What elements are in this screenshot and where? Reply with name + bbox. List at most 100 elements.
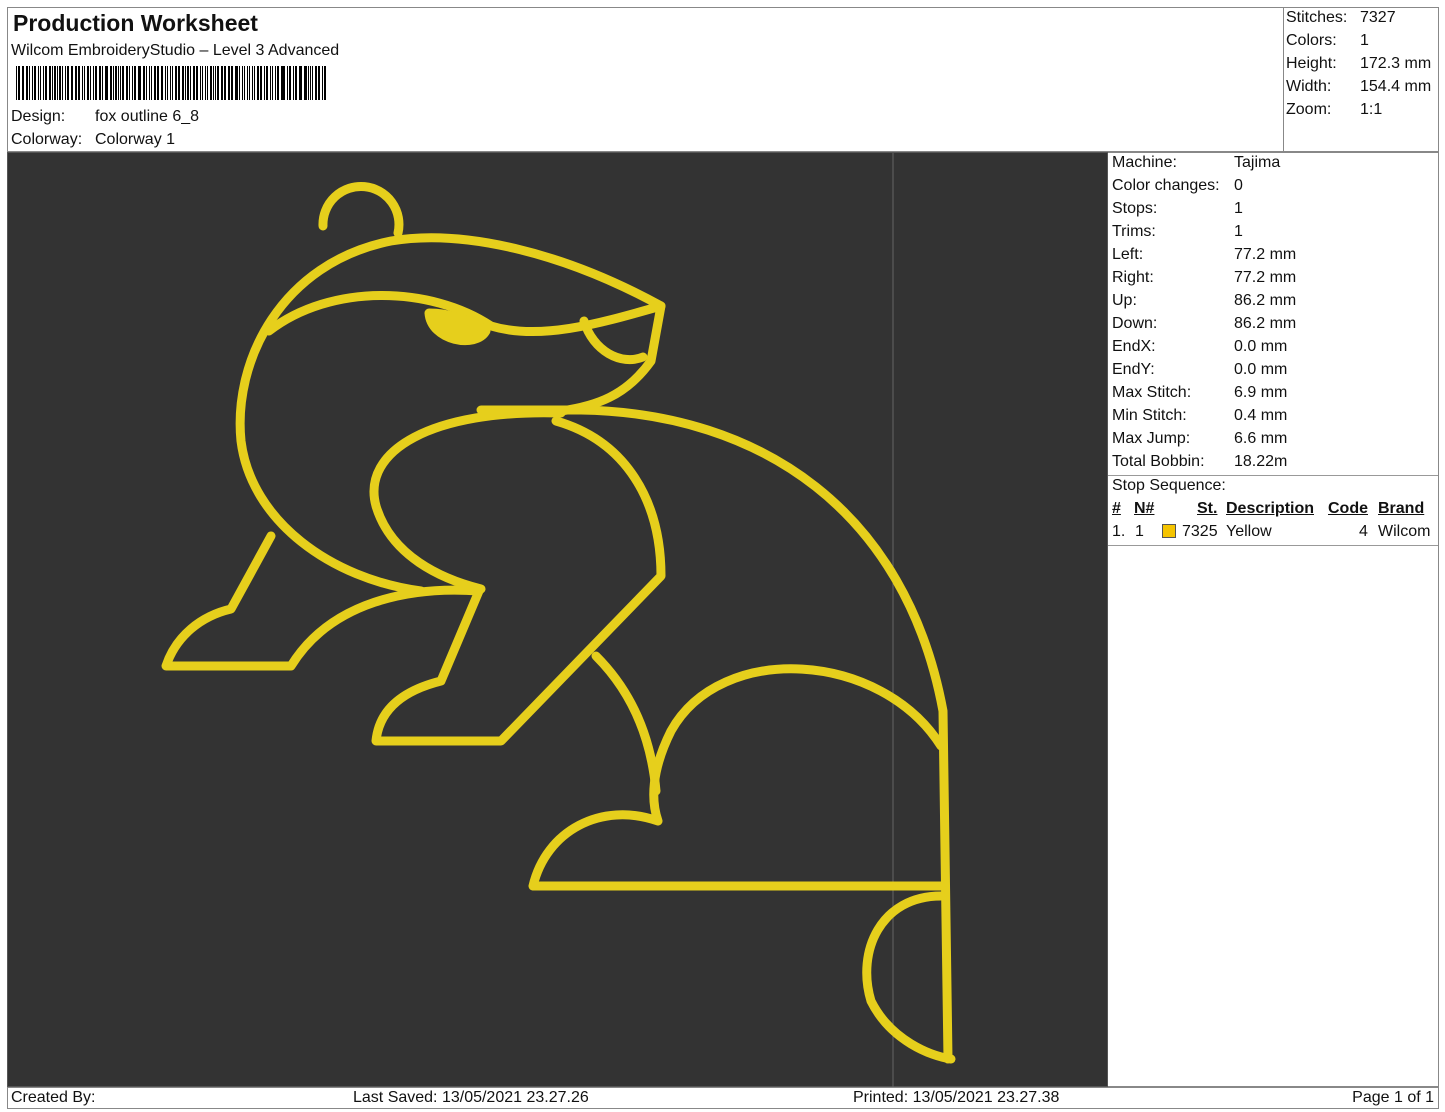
stop-index: 1. — [1112, 523, 1126, 540]
barcode-bar — [67, 66, 69, 100]
stat-value: 172.3 mm — [1360, 55, 1432, 72]
info-label: EndY: — [1112, 361, 1155, 378]
barcode-bar — [175, 66, 178, 100]
stat-label: Width: — [1286, 78, 1332, 95]
stat-value: 154.4 mm — [1360, 78, 1432, 95]
info-value: 77.2 mm — [1234, 246, 1297, 263]
barcode-bar — [137, 66, 139, 100]
info-value: Tajima — [1234, 154, 1281, 171]
barcode-bar — [72, 66, 74, 100]
info-value: 18.22m — [1234, 453, 1288, 470]
barcode-bar — [87, 66, 90, 100]
info-label: Max Jump: — [1112, 430, 1191, 447]
stat-value: 1 — [1360, 32, 1369, 49]
barcode-bar — [238, 66, 240, 100]
stop-stitches: 7325 — [1182, 523, 1218, 540]
barcode-bar — [101, 66, 103, 100]
barcode-bar — [65, 66, 67, 100]
col-header-description: Description — [1226, 500, 1315, 517]
info-value: 86.2 mm — [1234, 292, 1297, 309]
barcode-bar — [16, 66, 18, 100]
barcode-bar — [304, 66, 307, 100]
barcode-bar — [28, 66, 30, 100]
machine-info-panel: Machine: Tajima Color changes: 0 Stops: 1 Trim… — [1108, 152, 1439, 1087]
barcode-bar — [45, 66, 48, 100]
info-label: EndX: — [1112, 338, 1156, 355]
machine-info-row: Total Bobbin: 18.22m — [1112, 453, 1287, 471]
barcode-bar — [187, 66, 189, 100]
haunch — [528, 664, 946, 891]
machine-info-row: Max Jump: 6.6 mm — [1112, 430, 1287, 448]
barcode-bar — [199, 66, 201, 100]
barcode-bar — [115, 66, 117, 100]
barcode-bar — [51, 66, 53, 100]
info-label: Machine: — [1112, 154, 1177, 171]
col-header-brand: Brand — [1378, 500, 1425, 517]
fox-embroidery-design — [161, 153, 956, 1088]
barcode-bar — [300, 66, 303, 100]
colorway-label: Colorway: — [11, 131, 83, 148]
barcode-bar — [170, 66, 171, 100]
stat-label: Height: — [1286, 55, 1337, 72]
stat-label: Stitches: — [1286, 9, 1348, 26]
barcode-bar — [248, 66, 250, 100]
info-label: Max Stitch: — [1112, 384, 1192, 401]
barcode-bar — [224, 66, 227, 100]
design-stats: Stitches: 7327 Colors: 1 Height: 172.3 mm Widt… — [1283, 7, 1439, 152]
barcode-bar — [59, 66, 62, 100]
barcode-bar — [62, 66, 63, 100]
barcode-bar — [286, 66, 288, 100]
barcode-bar — [235, 66, 238, 100]
info-value: 1 — [1234, 200, 1243, 217]
machine-info-row: Up: 86.2 mm — [1112, 292, 1296, 310]
barcode-bar — [82, 66, 83, 100]
barcode-bar — [244, 66, 245, 100]
machine-info-row: Left: 77.2 mm — [1112, 246, 1296, 264]
barcode-bar — [314, 66, 317, 100]
footer: Created By: Last Saved: 13/05/2021 23.27… — [7, 1087, 1439, 1109]
barcode-bar — [40, 66, 42, 100]
barcode-bar — [228, 66, 231, 100]
col-header-stitches: St. — [1197, 500, 1218, 517]
page-number: Page 1 of 1 — [1352, 1089, 1434, 1106]
info-label: Trims: — [1112, 223, 1156, 240]
colorway-name: Colorway 1 — [95, 131, 176, 148]
barcode-bar — [317, 66, 320, 100]
barcode-bar — [90, 66, 92, 100]
barcode-bar — [83, 66, 86, 100]
info-label: Stops: — [1112, 200, 1158, 217]
color-swatch — [1162, 524, 1176, 538]
barcode-bar — [181, 66, 184, 100]
machine-info-row: Machine: Tajima — [1112, 154, 1280, 172]
barcode-bar — [145, 66, 147, 100]
barcode-bar — [23, 66, 25, 100]
printed-date: Printed: 13/05/2021 23.27.38 — [853, 1089, 1060, 1106]
barcode-bar — [310, 66, 311, 100]
barcode-bar — [70, 66, 72, 100]
barcode-bar — [112, 66, 114, 100]
barcode-bar — [143, 66, 145, 100]
barcode-bar — [257, 66, 260, 100]
barcode-bar — [165, 66, 167, 100]
hind-leg — [591, 651, 661, 796]
barcode-bar — [162, 66, 164, 100]
machine-info-row: Color changes: 0 — [1112, 177, 1243, 195]
barcode-bar — [154, 66, 157, 100]
info-value: 6.9 mm — [1234, 384, 1288, 401]
barcode-bar — [271, 66, 273, 100]
machine-info-row: Min Stitch: 0.4 mm — [1112, 407, 1287, 425]
machine-info-row: EndY: 0.0 mm — [1112, 361, 1287, 379]
barcode-bar — [148, 66, 150, 100]
stat-value: 1:1 — [1360, 101, 1383, 118]
barcode-bar — [260, 66, 263, 100]
barcode-bar — [78, 66, 81, 100]
worksheet-header: Production Worksheet Wilcom EmbroiderySt… — [7, 7, 1283, 152]
barcode-bar — [160, 66, 162, 100]
barcode-bar — [98, 66, 101, 100]
stop-brand: Wilcom — [1378, 523, 1431, 540]
info-value: 77.2 mm — [1234, 269, 1297, 286]
barcode — [16, 66, 328, 100]
info-value: 1 — [1234, 223, 1243, 240]
last-saved: Last Saved: 13/05/2021 23.27.26 — [353, 1089, 589, 1106]
divider — [1108, 475, 1438, 476]
